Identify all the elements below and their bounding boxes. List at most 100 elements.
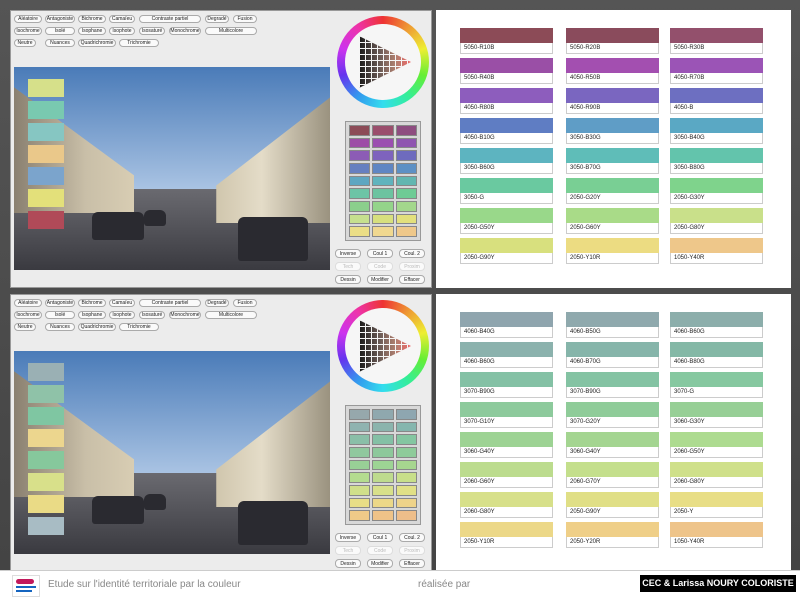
mode-button-aleatoire[interactable]: Aléatoire xyxy=(14,15,42,23)
palette-cell[interactable] xyxy=(395,459,417,471)
palette-cell[interactable] xyxy=(372,472,394,483)
mode-button-bichrome[interactable]: Bichrome xyxy=(78,15,106,23)
mode-button-neutre[interactable]: Neutre xyxy=(14,323,36,331)
mode-button-isophane[interactable]: Isophane xyxy=(78,311,106,319)
mode-button-trichromie[interactable]: Trichromie xyxy=(119,323,159,331)
palette-cell[interactable] xyxy=(395,213,417,225)
palette-cell[interactable] xyxy=(372,485,394,496)
palette-cell[interactable] xyxy=(349,163,371,174)
palette-cell[interactable] xyxy=(395,175,417,187)
palette-cell[interactable] xyxy=(372,213,394,225)
palette-cell[interactable] xyxy=(395,447,417,458)
mode-button-bichrome[interactable]: Bichrome xyxy=(78,299,106,307)
coul2-button[interactable]: Coul. 2 xyxy=(399,533,425,542)
mode-button-isophote[interactable]: Isophote xyxy=(109,27,135,35)
palette-cell[interactable] xyxy=(395,188,417,199)
mode-button-nuances[interactable]: Nuances xyxy=(45,39,75,47)
coul2-button[interactable]: Coul. 2 xyxy=(399,249,425,258)
dessin-button[interactable]: Dessin xyxy=(335,275,361,284)
tech-button[interactable]: Tech xyxy=(335,262,361,271)
palette-cell[interactable] xyxy=(349,434,371,445)
mode-button-aleatoire[interactable]: Aléatoire xyxy=(14,299,42,307)
mode-button-isosature[interactable]: Isosaturé xyxy=(139,27,165,35)
mode-button-isosature[interactable]: Isosaturé xyxy=(139,311,165,319)
mode-button-monochrome[interactable]: Monochrome xyxy=(169,27,201,35)
palette-cell[interactable] xyxy=(349,125,371,136)
palette-cell[interactable] xyxy=(349,497,371,509)
palette-grid[interactable] xyxy=(345,405,421,525)
tech-button[interactable]: Tech xyxy=(335,546,361,555)
palette-cell[interactable] xyxy=(349,226,371,237)
palette-cell[interactable] xyxy=(372,188,394,199)
palette-cell[interactable] xyxy=(349,485,371,496)
palette-cell[interactable] xyxy=(349,175,371,187)
mode-button-degrade[interactable]: Degradé xyxy=(205,299,229,307)
palette-cell[interactable] xyxy=(395,409,417,420)
palette-cell[interactable] xyxy=(372,459,394,471)
mode-button-isophote[interactable]: Isophote xyxy=(109,311,135,319)
palette-cell[interactable] xyxy=(372,409,394,420)
mode-button-camaieu[interactable]: Camaïeu xyxy=(109,299,135,307)
palette-cell[interactable] xyxy=(349,409,371,420)
modifier-button[interactable]: Modifier xyxy=(367,559,393,568)
code-button[interactable]: Code xyxy=(367,546,393,555)
palette-cell[interactable] xyxy=(372,226,394,237)
mode-button-neutre[interactable]: Neutre xyxy=(14,39,36,47)
palette-cell[interactable] xyxy=(349,213,371,225)
palette-cell[interactable] xyxy=(395,150,417,161)
palette-cell[interactable] xyxy=(349,188,371,199)
inverse-button[interactable]: Inverse xyxy=(335,533,361,542)
palette-grid[interactable] xyxy=(345,121,421,241)
palette-cell[interactable] xyxy=(349,459,371,471)
proxim-button[interactable]: Proxim xyxy=(399,546,425,555)
modifier-button[interactable]: Modifier xyxy=(367,275,393,284)
palette-cell[interactable] xyxy=(372,447,394,458)
color-wheel[interactable] xyxy=(337,16,429,108)
palette-cell[interactable] xyxy=(372,163,394,174)
effacer-button[interactable]: Effacer xyxy=(399,559,425,568)
palette-cell[interactable] xyxy=(349,150,371,161)
mode-button-antagoniste[interactable]: Antagoniste xyxy=(45,15,75,23)
mode-button-isophane[interactable]: Isophane xyxy=(78,27,106,35)
mode-button-quadrichromie[interactable]: Quadrichromie xyxy=(78,39,116,47)
palette-cell[interactable] xyxy=(349,421,371,433)
palette-cell[interactable] xyxy=(395,434,417,445)
mode-button-nuances[interactable]: Nuances xyxy=(45,323,75,331)
palette-cell[interactable] xyxy=(395,497,417,509)
palette-cell[interactable] xyxy=(349,201,371,212)
palette-cell[interactable] xyxy=(395,201,417,212)
palette-cell[interactable] xyxy=(372,510,394,521)
dessin-button[interactable]: Dessin xyxy=(335,559,361,568)
code-button[interactable]: Code xyxy=(367,262,393,271)
proxim-button[interactable]: Proxim xyxy=(399,262,425,271)
palette-cell[interactable] xyxy=(372,434,394,445)
palette-cell[interactable] xyxy=(395,472,417,483)
palette-cell[interactable] xyxy=(349,137,371,149)
palette-cell[interactable] xyxy=(349,472,371,483)
inverse-button[interactable]: Inverse xyxy=(335,249,361,258)
mode-button-quadrichromie[interactable]: Quadrichromie xyxy=(78,323,116,331)
palette-cell[interactable] xyxy=(372,137,394,149)
mode-button-contraste-partiel[interactable]: Contraste partiel xyxy=(139,299,201,307)
palette-cell[interactable] xyxy=(395,510,417,521)
mode-button-multicolore[interactable]: Multicolore xyxy=(205,311,257,319)
mode-button-camaieu[interactable]: Camaïeu xyxy=(109,15,135,23)
mode-button-isochrome[interactable]: Isochrome xyxy=(14,27,42,35)
palette-cell[interactable] xyxy=(372,125,394,136)
palette-cell[interactable] xyxy=(395,125,417,136)
mode-button-antagoniste[interactable]: Antagoniste xyxy=(45,299,75,307)
palette-cell[interactable] xyxy=(372,175,394,187)
palette-cell[interactable] xyxy=(349,447,371,458)
mode-button-degrade[interactable]: Degradé xyxy=(205,15,229,23)
palette-cell[interactable] xyxy=(395,163,417,174)
mode-button-isochrome[interactable]: Isochrome xyxy=(14,311,42,319)
mode-button-contraste-partiel[interactable]: Contraste partiel xyxy=(139,15,201,23)
mode-button-fusion[interactable]: Fusion xyxy=(233,15,257,23)
effacer-button[interactable]: Effacer xyxy=(399,275,425,284)
palette-cell[interactable] xyxy=(372,421,394,433)
coul1-button[interactable]: Coul 1 xyxy=(367,249,393,258)
mode-button-fusion[interactable]: Fusion xyxy=(233,299,257,307)
palette-cell[interactable] xyxy=(372,150,394,161)
palette-cell[interactable] xyxy=(395,485,417,496)
mode-button-isole[interactable]: Isolé xyxy=(45,311,75,319)
